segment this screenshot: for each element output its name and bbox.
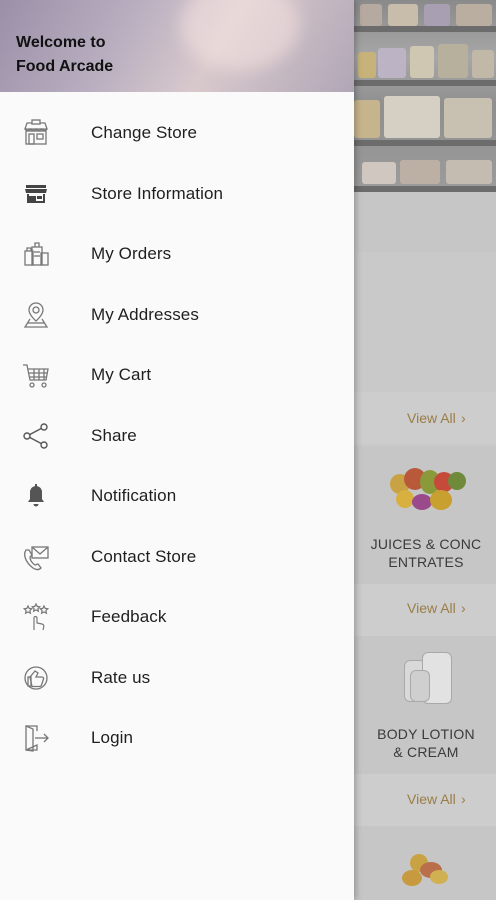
menu-item-store-information[interactable]: Store Information <box>0 164 354 225</box>
menu-label: Notification <box>91 486 177 506</box>
menu-item-my-addresses[interactable]: My Addresses <box>0 285 354 346</box>
menu-label: Change Store <box>91 123 198 143</box>
location-pin-icon <box>20 299 52 331</box>
view-all-link[interactable]: View All <box>407 791 456 807</box>
chevron-right-icon: › <box>461 791 466 807</box>
category-label: BODY LOTION & CREAM <box>377 726 475 760</box>
drawer-menu: Change Store Store Information My Orders… <box>0 103 354 769</box>
login-icon <box>20 722 52 754</box>
menu-label: Share <box>91 425 137 445</box>
category-label: JUICES & CONC ENTRATES <box>370 536 482 570</box>
storefront-icon <box>20 178 52 210</box>
welcome-text: Welcome to Food Arcade <box>16 34 114 75</box>
store-switch-icon <box>20 117 52 149</box>
bell-icon <box>20 480 52 512</box>
menu-item-feedback[interactable]: Feedback <box>0 587 354 648</box>
orders-icon <box>20 238 52 270</box>
menu-label: Store Information <box>91 183 224 203</box>
menu-item-rate-us[interactable]: Rate us <box>0 648 354 709</box>
view-all-link[interactable]: View All <box>407 600 456 616</box>
menu-label: My Orders <box>91 244 172 264</box>
menu-item-my-orders[interactable]: My Orders <box>0 224 354 285</box>
cart-icon <box>20 359 52 391</box>
menu-label: Contact Store <box>91 546 197 566</box>
drawer-header: Welcome to Food Arcade <box>0 0 354 92</box>
navigation-drawer: Welcome to Food Arcade Change Store Stor… <box>0 0 354 900</box>
menu-label: Feedback <box>91 607 167 627</box>
menu-label: My Cart <box>91 365 152 385</box>
menu-item-my-cart[interactable]: My Cart <box>0 345 354 406</box>
phone-mail-icon <box>20 541 52 573</box>
menu-item-share[interactable]: Share <box>0 406 354 467</box>
category-card[interactable] <box>354 826 496 900</box>
feedback-stars-icon <box>20 601 52 633</box>
view-all-link[interactable]: View All <box>407 410 456 426</box>
menu-label: Login <box>91 728 134 748</box>
rate-us-icon <box>20 662 52 694</box>
chevron-right-icon: › <box>461 410 466 426</box>
menu-item-change-store[interactable]: Change Store <box>0 103 354 164</box>
chevron-right-icon: › <box>461 600 466 616</box>
menu-label: Rate us <box>91 667 151 687</box>
menu-item-notification[interactable]: Notification <box>0 466 354 527</box>
banner-image <box>354 0 496 192</box>
menu-label: My Addresses <box>91 304 199 324</box>
menu-item-contact-store[interactable]: Contact Store <box>0 527 354 588</box>
menu-item-login[interactable]: Login <box>0 708 354 769</box>
share-icon <box>20 420 52 452</box>
